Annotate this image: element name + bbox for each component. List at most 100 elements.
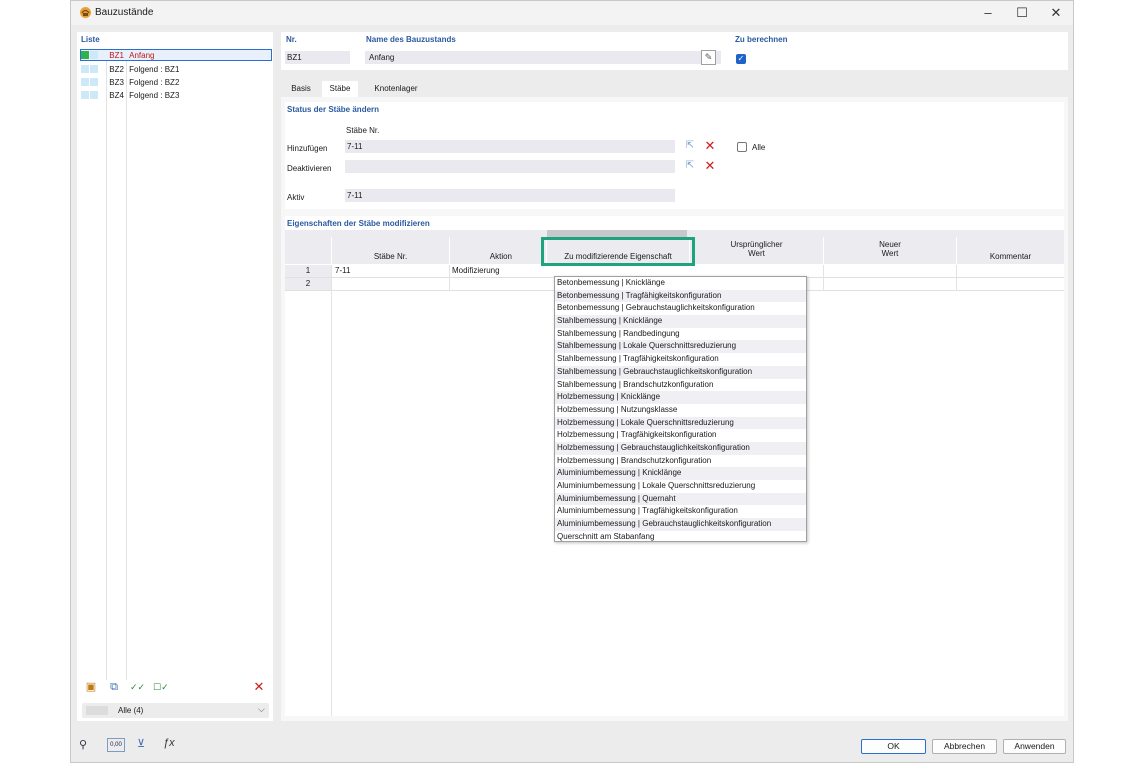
list-item-bz4[interactable]: BZ4 Folgend : BZ3 [81, 90, 179, 102]
dropdown-option[interactable]: Holzbemessung | Brandschutzkonfiguration [555, 455, 806, 468]
list-item-name: Folgend : BZ3 [129, 91, 180, 100]
calc-checkbox[interactable]: ✓ [736, 54, 746, 64]
row-action-cell[interactable] [452, 278, 546, 290]
decimals-icon[interactable]: 0,00 [107, 738, 125, 752]
list-item-bz3[interactable]: BZ3 Folgend : BZ2 [81, 77, 179, 89]
dropdown-option[interactable]: Holzbemessung | Gebrauchstauglichkeitsko… [555, 441, 806, 455]
delete-icon[interactable]: ✕ [252, 680, 266, 694]
dropdown-option[interactable]: Stahlbemessung | Lokale Querschnittsredu… [555, 340, 806, 354]
dropdown-option[interactable]: Aluminiumbemessung | Tragfähigkeitskonfi… [555, 505, 806, 518]
new-item-icon[interactable]: ▣ [84, 680, 98, 694]
dropdown-option[interactable]: Aluminiumbemessung | Knicklänge [555, 467, 806, 480]
grid-corner [285, 237, 331, 264]
nr-field[interactable]: BZ1 [285, 51, 350, 64]
add-members-field[interactable]: 7-11 [345, 140, 675, 153]
ok-button[interactable]: OK [861, 739, 926, 754]
maximize-button[interactable]: ☐ [1005, 1, 1039, 25]
col-header-members[interactable]: Stäbe Nr. [332, 237, 449, 264]
dropdown-option[interactable]: Holzbemessung | Knicklänge [555, 391, 806, 404]
name-label: Name des Bauzustands [366, 35, 456, 44]
color-swatch [81, 91, 89, 99]
dropdown-option[interactable]: Betonbemessung | Knicklänge [555, 277, 806, 290]
color-swatch [81, 65, 89, 73]
clear-deactivate-icon[interactable]: ✕ [703, 159, 717, 173]
all-label: Alle [752, 143, 766, 152]
add-label: Hinzufügen [287, 144, 328, 153]
color-swatch [81, 78, 89, 86]
deactivate-members-field[interactable] [345, 160, 675, 173]
app-icon [80, 7, 91, 18]
list-item-id: BZ1 [109, 51, 124, 60]
status-section-title: Status der Stäbe ändern [287, 105, 380, 114]
row-members-cell[interactable] [335, 278, 445, 290]
nr-label: Nr. [286, 35, 297, 44]
filter-value: Alle (4) [118, 706, 144, 715]
color-swatch-2 [90, 51, 98, 59]
dropdown-option[interactable]: Stahlbemessung | Knicklänge [555, 315, 806, 328]
color-swatch-2 [90, 78, 98, 86]
list-panel: Liste BZ1 Anfang BZ2 Folgend : BZ1 BZ3 F… [77, 32, 273, 721]
list-item-bz1[interactable]: BZ1 Anfang [80, 49, 272, 61]
dropdown-option[interactable]: Betonbemessung | Tragfähigkeitskonfigura… [555, 289, 806, 303]
select-pick-icon[interactable]: ⇱ [683, 139, 697, 153]
dropdown-option[interactable]: Aluminiumbemessung | Lokale Querschnitts… [555, 480, 806, 493]
list-item-name: Folgend : BZ1 [129, 65, 180, 74]
clear-add-icon[interactable]: ✕ [703, 139, 717, 153]
highlight-box [541, 237, 695, 266]
members-column-label: Stäbe Nr. [346, 126, 380, 135]
col-header-comment[interactable]: Kommentar [957, 237, 1064, 264]
dropdown-option[interactable]: Holzbemessung | Tragfähigkeitskonfigurat… [555, 429, 806, 442]
list-item-id: BZ2 [109, 65, 124, 74]
dropdown-option[interactable]: Holzbemessung | Lokale Querschnittsreduz… [555, 416, 806, 430]
row-action-cell[interactable]: Modifizierung [452, 265, 546, 277]
dropdown-option[interactable]: Stahlbemessung | Randbedingung [555, 328, 806, 341]
tab-basis[interactable]: Basis [281, 81, 321, 97]
dropdown-option[interactable]: Holzbemessung | Nutzungsklasse [555, 404, 806, 417]
dropdown-option[interactable]: Betonbemessung | Gebrauchstauglichkeitsk… [555, 302, 806, 315]
apply-button[interactable]: Anwenden [1003, 739, 1066, 754]
row-members-cell[interactable]: 7-11 [335, 265, 445, 277]
header-panel: Nr. BZ1 Name des Bauzustands Anfang ✎ Zu… [281, 32, 1068, 70]
dropdown-option[interactable]: Aluminiumbemessung | Quernaht [555, 492, 806, 506]
filter-swatch [86, 706, 108, 715]
minimize-button[interactable]: – [971, 1, 1005, 25]
col-header-new-value[interactable]: Neuer Wert [824, 237, 956, 264]
function-icon[interactable]: ƒx [163, 737, 179, 753]
cancel-button[interactable]: Abbrechen [932, 739, 997, 754]
list-item-bz2[interactable]: BZ2 Folgend : BZ1 [81, 64, 179, 76]
modify-section-title: Eigenschaften der Stäbe modifizieren [287, 219, 430, 228]
col-header-action[interactable]: Aktion [450, 237, 546, 264]
col-header-original-value[interactable]: Ursprünglicher Wert [690, 237, 823, 264]
property-dropdown-list[interactable]: Betonbemessung | Knicklänge Betonbemessun… [554, 276, 807, 542]
tab-knotenlager[interactable]: Knotenlager [359, 81, 433, 97]
edit-name-icon[interactable]: ✎ [701, 50, 716, 65]
copy-item-icon[interactable]: ⧉ [107, 680, 121, 694]
dropdown-option[interactable]: Querschnitt am Stabanfang [555, 531, 806, 544]
filter-select[interactable]: Alle (4) ⌵ [82, 703, 269, 718]
row-number: 2 [285, 278, 331, 290]
dropdown-option[interactable]: Stahlbemessung | Tragfähigkeitskonfigura… [555, 353, 806, 366]
dropdown-option[interactable]: Aluminiumbemessung | Gebrauchstauglichke… [555, 518, 806, 531]
row-number: 1 [285, 265, 331, 277]
close-button[interactable]: ✕ [1039, 1, 1073, 25]
name-field[interactable]: Anfang [365, 51, 721, 64]
dropdown-option[interactable]: Stahlbemessung | Gebrauchstauglichkeitsk… [555, 365, 806, 379]
color-swatch [81, 51, 89, 59]
dropdown-option[interactable]: Stahlbemessung | Brandschutzkonfiguratio… [555, 379, 806, 392]
select-pick-icon-2[interactable]: ⇱ [683, 159, 697, 173]
check-all-icon[interactable]: ✓✓ [130, 680, 145, 694]
active-members-field: 7-11 [345, 189, 675, 202]
all-checkbox[interactable] [737, 142, 747, 152]
active-label: Aktiv [287, 193, 305, 202]
title-bar: Bauzustände – ☐ ✕ [71, 1, 1073, 25]
list-header: Liste [81, 35, 100, 44]
search-icon[interactable]: ⚲ [79, 738, 95, 754]
tab-staebe[interactable]: Stäbe [322, 81, 358, 97]
uncheck-all-icon[interactable]: ☐✓ [153, 680, 169, 694]
list-item-id: BZ4 [109, 91, 124, 100]
filter-icon[interactable]: ⊻ [137, 737, 153, 753]
calc-label: Zu berechnen [735, 35, 788, 44]
chevron-down-icon: ⌵ [258, 704, 265, 714]
color-swatch-2 [90, 91, 98, 99]
list-item-name: Anfang [129, 51, 155, 60]
